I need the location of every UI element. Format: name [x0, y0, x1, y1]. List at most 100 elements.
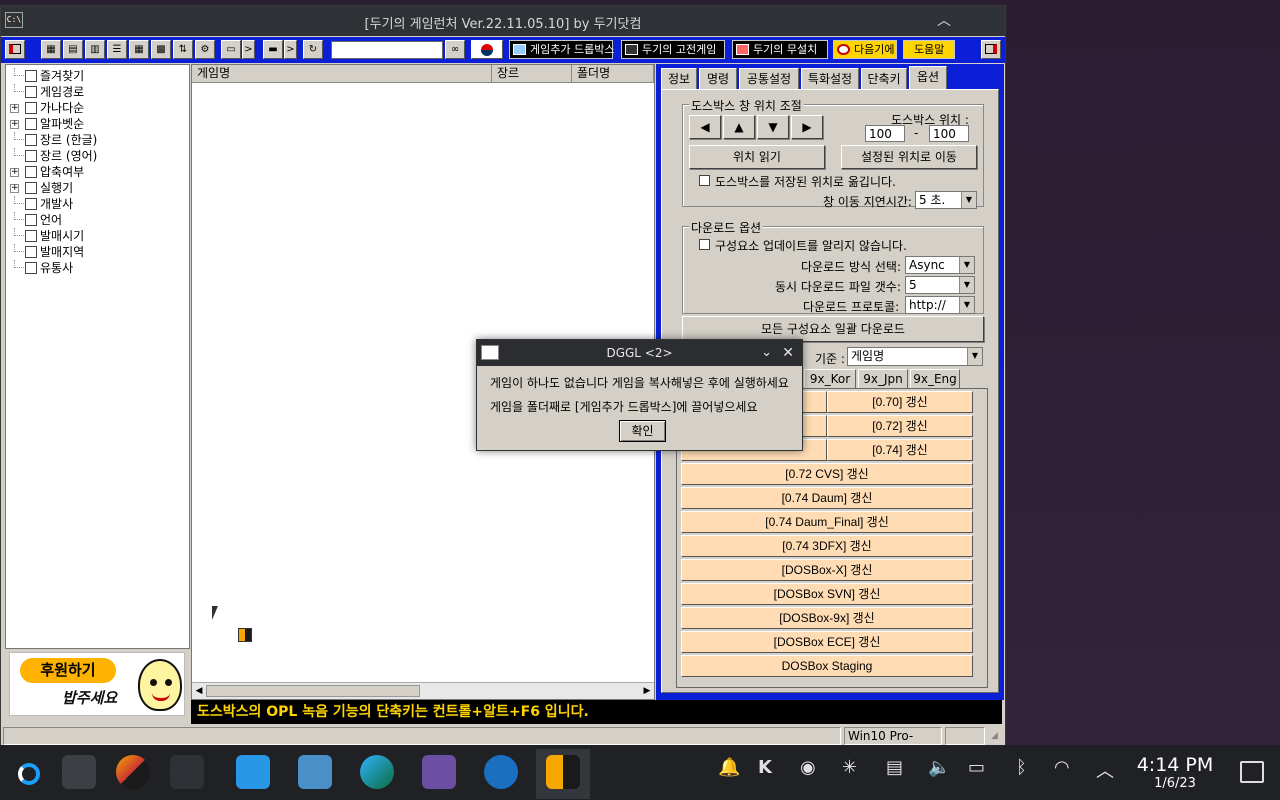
move-right-icon[interactable]: ▶ — [791, 115, 823, 139]
free-games-button[interactable]: 두기의 무설치 — [732, 40, 828, 59]
resize-grip-icon[interactable]: ◢ — [991, 731, 1003, 743]
binoculars-icon[interactable]: ∞ — [445, 40, 465, 59]
view-tile-icon[interactable]: ▦ — [129, 40, 149, 59]
update-dosbox-ece-button[interactable]: [DOSBox ECE] 갱신 — [681, 631, 973, 653]
subtab-9x-jpn[interactable]: 9x_Jpn — [858, 369, 908, 389]
taskbar-steam[interactable] — [474, 749, 528, 799]
tree-checkbox[interactable] — [25, 230, 37, 242]
move-to-position-button[interactable]: 설정된 위치로 이동 — [841, 145, 977, 169]
tab-special-settings[interactable]: 특화설정 — [801, 68, 859, 90]
update-dosbox-svn-button[interactable]: [DOSBox SVN] 갱신 — [681, 583, 973, 605]
sort-select[interactable]: 게임명 ▼ — [847, 347, 983, 366]
taskbar-settings[interactable] — [160, 749, 214, 799]
clipboard-icon[interactable]: ▤ — [886, 757, 903, 778]
column-folder[interactable]: 폴더명 — [572, 65, 654, 82]
chevron-down-icon[interactable]: ▼ — [959, 257, 974, 273]
tree-checkbox[interactable] — [25, 166, 37, 178]
tree-checkbox[interactable] — [25, 198, 37, 210]
subtab-9x-eng[interactable]: 9x_Eng — [910, 369, 960, 389]
view-large-icon[interactable]: ▦ — [41, 40, 61, 59]
view-grid-icon[interactable]: ▩ — [151, 40, 171, 59]
move-down-icon[interactable]: ▼ — [757, 115, 789, 139]
add-game-dropbox-button[interactable]: 게임추가 드롭박스 — [509, 40, 614, 59]
horizontal-scrollbar[interactable]: ◀ ▶ — [192, 682, 654, 699]
update-074-button[interactable]: [0.74] 갱신 — [827, 439, 973, 461]
volume-icon[interactable]: 🔈 — [928, 757, 950, 778]
position-y-input[interactable]: 100 — [929, 125, 969, 142]
restore-icon[interactable] — [981, 40, 1001, 59]
move-saved-checkbox[interactable] — [699, 175, 710, 186]
column-game-name[interactable]: 게임명 — [192, 65, 492, 82]
expand-icon[interactable]: + — [10, 168, 19, 177]
chevron-down-icon[interactable]: ⌄ — [761, 340, 772, 366]
view-list-icon[interactable]: ▥ — [85, 40, 105, 59]
chevron-down-icon[interactable]: ▼ — [959, 277, 974, 293]
move-left-icon[interactable]: ◀ — [689, 115, 721, 139]
tree-checkbox[interactable] — [25, 262, 37, 274]
search-input[interactable] — [331, 41, 443, 59]
dialog-title-bar[interactable]: DGGL <2> ⌄ ✕ — [477, 340, 802, 366]
column-genre[interactable]: 장르 — [492, 65, 572, 82]
read-position-button[interactable]: 위치 읽기 — [689, 145, 825, 169]
battery-icon[interactable]: ▭ — [968, 757, 985, 778]
kde-connect-icon[interactable]: K — [758, 757, 772, 778]
expand-icon[interactable]: + — [10, 104, 19, 113]
update-072-button[interactable]: [0.72] 갱신 — [827, 415, 973, 437]
chevron-down-icon[interactable]: ▼ — [967, 348, 982, 365]
update-074-daum-final-button[interactable]: [0.74 Daum_Final] 갱신 — [681, 511, 973, 533]
window-icon[interactable] — [5, 40, 25, 59]
classic-games-button[interactable]: 두기의 고전게임 — [621, 40, 725, 59]
clock[interactable]: 4:14 PM 1/6/23 — [1130, 754, 1220, 791]
donate-banner[interactable]: 후원하기 밥주세요 — [9, 652, 185, 716]
update-dosbox-x-button[interactable]: [DOSBox-X] 갱신 — [681, 559, 973, 581]
tree-checkbox[interactable] — [25, 118, 37, 130]
scroll-thumb[interactable] — [206, 685, 420, 697]
show-desktop-icon[interactable] — [1240, 761, 1264, 783]
delay-select[interactable]: 5 초. ▼ — [915, 191, 977, 209]
start-menu-button[interactable] — [2, 749, 56, 799]
expand-icon[interactable]: + — [10, 184, 19, 193]
bluetooth-icon[interactable]: ᛒ — [1016, 757, 1027, 778]
tray-expand-icon[interactable]: ︿ — [1096, 757, 1114, 783]
next-time-button[interactable]: 다음기에 — [833, 40, 897, 59]
ok-button[interactable]: 확인 — [619, 420, 666, 442]
subtab-9x-kor[interactable]: 9x_Kor — [804, 369, 856, 389]
tab-info[interactable]: 정보 — [661, 68, 697, 90]
expand-icon[interactable]: + — [10, 120, 19, 129]
position-x-input[interactable]: 100 — [865, 125, 905, 142]
tree-checkbox[interactable] — [25, 70, 37, 82]
collapse-icon[interactable]: ︿ — [937, 10, 951, 30]
update-dosbox-9x-button[interactable]: [DOSBox-9x] 갱신 — [681, 607, 973, 629]
folder-icon[interactable]: ▬ — [263, 40, 283, 59]
run-icon[interactable]: ⚙ — [195, 40, 215, 59]
sort-icon[interactable]: ⇅ — [173, 40, 193, 59]
tree-checkbox[interactable] — [25, 150, 37, 162]
tree-checkbox[interactable] — [25, 102, 37, 114]
monitor-icon[interactable]: ▭ — [221, 40, 241, 59]
folder-menu-arrow[interactable]: > — [284, 40, 297, 59]
update-070-button[interactable]: [0.70] 갱신 — [827, 391, 973, 413]
taskbar-discover[interactable] — [226, 749, 280, 799]
view-small-icon[interactable]: ▤ — [63, 40, 83, 59]
tree-checkbox[interactable] — [25, 86, 37, 98]
network-tray-icon[interactable]: ✳ — [842, 757, 857, 778]
tab-command[interactable]: 명령 — [699, 68, 737, 90]
steam-tray-icon[interactable]: ◉ — [800, 757, 816, 778]
taskbar-network-app[interactable] — [412, 749, 466, 799]
chevron-down-icon[interactable]: ▼ — [961, 192, 976, 208]
title-bar[interactable]: C:\ [두기의 게임런처 Ver.22.11.05.10] by 두기닷컴 ︿ — [1, 6, 1005, 36]
no-update-checkbox[interactable] — [699, 239, 710, 250]
scroll-left-icon[interactable]: ◀ — [193, 685, 205, 697]
download-method-select[interactable]: Async ▼ — [905, 256, 975, 274]
download-protocol-select[interactable]: http:// ▼ — [905, 296, 975, 314]
help-button[interactable]: 도움말 — [903, 40, 955, 59]
taskbar-app-launcher[interactable] — [106, 749, 160, 799]
view-details-icon[interactable]: ☰ — [107, 40, 127, 59]
tab-common-settings[interactable]: 공통설정 — [739, 68, 799, 90]
taskbar-konsole[interactable] — [52, 749, 106, 799]
taskbar-game-launcher[interactable] — [536, 749, 590, 799]
notifications-icon[interactable]: 🔔 — [718, 757, 740, 778]
korea-flag-icon[interactable] — [471, 40, 503, 59]
update-072-cvs-button[interactable]: [0.72 CVS] 갱신 — [681, 463, 973, 485]
taskbar-files[interactable] — [288, 749, 342, 799]
